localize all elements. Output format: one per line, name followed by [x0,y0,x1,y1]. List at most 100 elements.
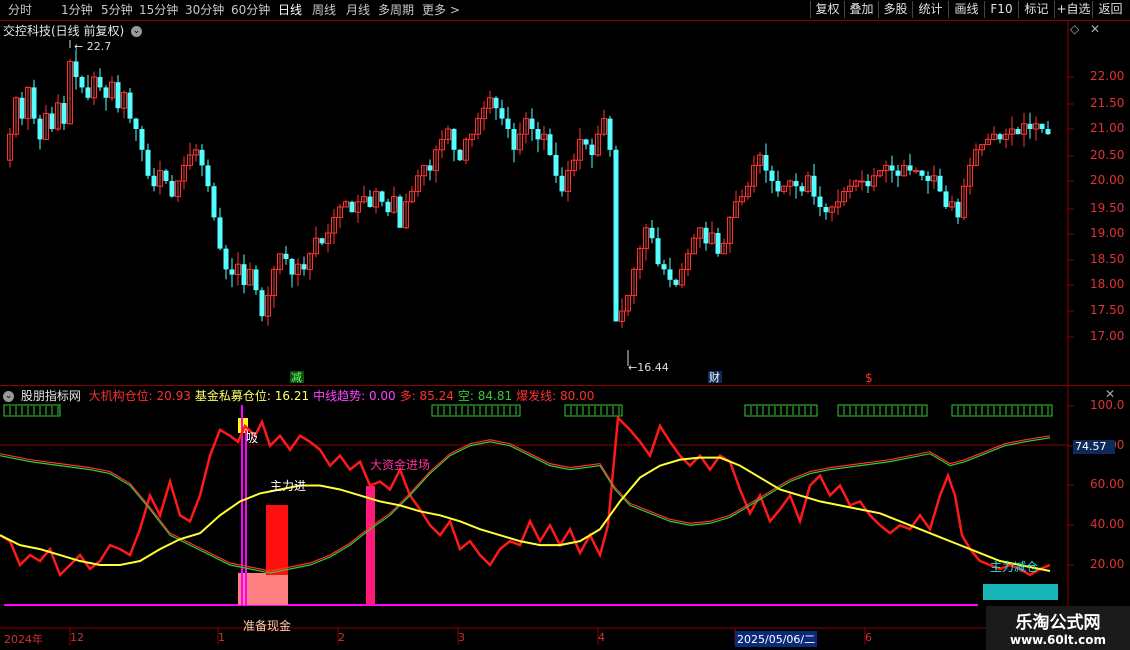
candle-body [895,170,901,176]
candle-body [169,181,175,197]
candle-body [145,149,151,176]
candle-body [151,175,157,187]
candle-body [535,129,541,140]
candle-body [493,97,499,109]
candle-body [997,134,1003,140]
big-fund-bar [366,486,375,605]
candle-body [31,87,37,119]
candle-body [673,279,679,285]
price-axis-label: 17.50 [1090,303,1125,317]
candle-body [865,181,871,187]
signal-box [951,404,1053,417]
site-watermark: 乐淘公式网 www.60lt.com [986,606,1130,650]
candle-body [97,77,103,88]
pane-separator[interactable] [0,385,1130,386]
candle-body [529,118,535,129]
close-icon[interactable]: ✕ [1105,387,1115,401]
chevron-down-icon[interactable]: ⌄ [3,391,14,402]
price-axis-label: 22.00 [1090,69,1125,83]
price-axis-label: 19.50 [1090,201,1125,215]
candle-body [451,129,457,150]
candle-body [79,77,85,88]
candle-body [763,155,769,171]
candle-body [889,165,895,171]
candle-body [349,201,355,213]
candle-body [367,196,373,207]
candle-body [769,170,775,181]
candle-body [823,207,829,213]
candle-body [199,149,205,166]
candle-body [907,165,913,171]
date-label: 3 [458,631,465,644]
reduce-bar [983,584,1058,600]
candle-body [133,118,139,129]
candle-body [1039,123,1045,129]
candle-body [793,181,799,187]
date-label: 2 [338,631,345,644]
candle-body [613,149,619,322]
main-reduce-label: 主力减仓 [990,560,1038,574]
candle-body [1015,129,1021,135]
price-axis-label: 21.50 [1090,96,1125,110]
date-label: 2025/05/06/二 [735,631,818,647]
indicator-title-bar: ⌄ 股朋指标网 大机构仓位: 20.93 基金私募仓位: 16.21 中线趋势: 0… [3,387,602,404]
candle-body [499,108,505,119]
candle-body [955,201,961,218]
candle-body [241,264,247,285]
indicator-value: 空: 84.81 [457,389,513,403]
candle-body [607,118,613,150]
candle-body [1027,123,1033,129]
signal-box [431,404,521,417]
price-axis-label: 18.00 [1090,277,1125,291]
date-label: 1 [218,631,225,644]
candle-body [1045,129,1051,135]
candle-body [937,175,943,192]
high-label: ← 22.7 [74,40,111,53]
candle-body [259,290,265,317]
candle-body [715,233,721,254]
candle-body [427,165,433,171]
price-axis-label: 21.00 [1090,121,1125,135]
candle-body [925,175,931,181]
candle-body [127,92,133,119]
signal-box [837,404,928,417]
candle-body [103,87,109,98]
date-label: 6 [865,631,872,644]
candle-body [37,118,43,140]
candle-body [943,191,949,207]
candle-body [253,269,259,291]
candle-body [703,227,709,244]
indicator-value: 基金私募仓位: 16.21 [194,389,310,403]
candle-body [223,248,229,270]
candle-body [589,144,595,155]
candle-body [775,181,781,192]
candle-body [859,180,865,183]
fund-line [0,456,1051,572]
candle-body [319,238,325,244]
price-axis-label: 20.00 [1090,173,1125,187]
current-value-badge: 74.57 [1073,440,1115,454]
marker-s: $ [865,371,873,385]
candle-body [799,186,805,192]
kline-chart[interactable]: ← 22.7←16.44减财 $主力进大资金进场主力减仓准备现金吸 [0,0,1130,650]
indicator-axis-label: 60.00 [1090,477,1125,491]
candle-body [217,217,223,249]
candle-body [661,264,667,270]
candle-body [397,196,403,228]
indicator-value: 中线趋势: 0.00 [313,389,396,403]
candle-body [163,170,169,181]
indicator-value: 爆发线: 80.00 [516,389,595,403]
price-axis-label: 20.50 [1090,148,1125,162]
candle-body [667,269,673,280]
candle-body [505,118,511,129]
candle-body [61,103,67,124]
candle-body [457,149,463,161]
candle-body [85,87,91,98]
candle-body [559,175,565,192]
marker-jian: 减 [291,371,302,384]
indicator-value: 多: 85.24 [399,389,454,403]
main-force-in-label: 主力进 [270,479,306,493]
candle-body [385,201,391,213]
candle-body [139,129,145,150]
price-axis-label: 18.50 [1090,252,1125,266]
